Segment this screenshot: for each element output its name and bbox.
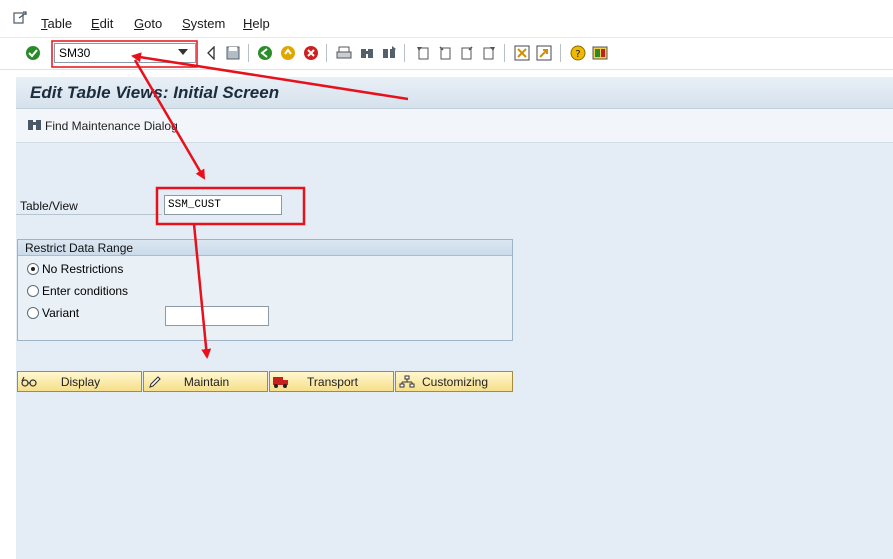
previous-page-button[interactable] [436,44,454,62]
save-button[interactable] [224,44,242,62]
menu-table[interactable]: Table [41,16,72,31]
radio-button[interactable] [27,307,39,319]
menu-edit[interactable]: Edit [91,16,113,31]
restrict-data-range-group: Restrict Data Range No Restrictions Ente… [17,239,513,341]
cancel-icon [304,46,318,60]
triangle-left-icon [207,46,215,60]
command-history-dropdown[interactable] [178,49,188,55]
table-view-input[interactable]: SSM_CUST [164,195,282,215]
check-icon [26,46,40,60]
shortcut-icon [536,45,552,61]
radio-button[interactable] [27,285,39,297]
shortcut-button[interactable] [535,44,553,62]
standard-toolbar: SM30 ? [0,38,893,70]
variant-input[interactable] [165,306,269,326]
print-icon [336,46,352,59]
binoculars-icon [28,120,41,130]
find-next-icon [383,46,396,58]
back-icon [258,46,272,60]
last-page-button[interactable] [480,44,498,62]
radio-no-restrictions[interactable]: No Restrictions [27,262,123,276]
cancel-button[interactable] [302,44,320,62]
main-content: Table/View SSM_CUST Restrict Data Range … [16,143,893,559]
menu-exit-icon[interactable] [13,11,27,25]
first-page-button[interactable] [414,44,432,62]
menu-system[interactable]: System [182,16,225,31]
find-next-button[interactable] [380,44,398,62]
restrict-data-range-title: Restrict Data Range [18,240,512,256]
menu-bar: Table Edit Goto System Help [0,0,893,38]
truck-icon [273,376,288,388]
collapse-command-button[interactable] [202,44,220,62]
print-button[interactable] [335,44,353,62]
command-field[interactable]: SM30 [54,43,196,63]
help-button[interactable]: ? [569,44,587,62]
application-toolbar: Find Maintenance Dialog [16,109,893,143]
display-button[interactable]: Display [17,371,142,392]
exit-button[interactable] [279,44,297,62]
binoculars-icon [361,49,373,58]
table-view-label: Table/View [20,199,78,213]
find-button[interactable] [358,44,376,62]
customizing-button[interactable]: Customizing [395,371,513,392]
customize-layout-button[interactable] [591,44,609,62]
hierarchy-icon [399,375,415,387]
glasses-icon [21,376,37,387]
new-session-button[interactable] [513,44,531,62]
layout-icon [592,46,608,60]
maintain-button[interactable]: Maintain [143,371,268,392]
radio-variant[interactable]: Variant [27,306,79,320]
new-session-icon [514,45,530,61]
svg-text:?: ? [575,49,580,60]
radio-button[interactable] [27,263,39,275]
save-icon [226,46,240,60]
menu-goto[interactable]: Goto [134,16,162,31]
help-icon: ? [570,45,586,61]
exit-icon [281,46,295,60]
back-button[interactable] [256,44,274,62]
radio-enter-conditions[interactable]: Enter conditions [27,284,128,298]
transport-button[interactable]: Transport [269,371,394,392]
page-title: Edit Table Views: Initial Screen [30,83,280,102]
previous-page-icon [439,46,451,60]
next-page-icon [461,46,473,60]
screen-title-bar: Edit Table Views: Initial Screen [16,77,893,109]
find-maintenance-dialog-button[interactable]: Find Maintenance Dialog [45,119,178,133]
pencil-icon [149,375,161,388]
menu-help[interactable]: Help [243,16,270,31]
next-page-button[interactable] [458,44,476,62]
enter-button[interactable] [24,44,42,62]
first-page-icon [417,47,429,60]
last-page-icon [483,47,495,60]
